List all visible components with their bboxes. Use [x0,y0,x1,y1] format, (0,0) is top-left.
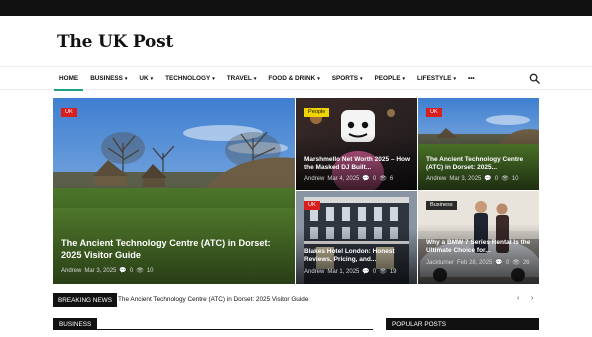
nav-item-business[interactable]: BUSINESS ▾ [84,67,133,90]
nav-item-food-drink[interactable]: FOOD & DRINK ▾ [262,67,325,90]
category-badge[interactable]: UK [426,108,442,117]
chevron-down-icon: ▾ [253,75,257,82]
nav-item-label: LIFESTYLE [416,75,452,82]
nav-item-label: TECHNOLOGY [165,75,211,82]
chevron-down-icon: ▾ [453,75,456,82]
search-icon[interactable] [529,73,540,84]
author-name[interactable]: Andrew [426,176,446,182]
featured-card[interactable]: UK The Ancient Technology Centre (ATC) i… [418,98,539,190]
nav-item-label: ••• [467,75,475,82]
nav-item-label: FOOD & DRINK [268,75,316,82]
chevron-down-icon: ▾ [124,75,128,82]
post-date: Mar 1, 2025 [327,268,360,275]
author-name[interactable]: Andrew [61,268,81,274]
nav-item-label: BUSINESS [90,75,123,82]
author-name[interactable]: Andrew [304,176,324,182]
nav-item-label: SPORTS [331,75,359,82]
eye-icon: 👁 [379,269,387,275]
comment-count: 0 [129,267,134,274]
section-divider [53,329,373,330]
nav-item-travel[interactable]: TRAVEL ▾ [221,67,263,90]
post-title[interactable]: Blakes Hotel London: Honest Reviews, Pri… [304,248,414,264]
post-date: Mar 4, 2025 [327,175,360,182]
nav-item-technology[interactable]: TECHNOLOGY ▾ [159,67,221,90]
comment-count: 0 [494,175,499,182]
eye-icon: 👁 [512,260,520,266]
featured-main-title[interactable]: The Ancient Technology Centre (ATC) in D… [61,238,293,261]
nav-item-label: PEOPLE [374,75,401,82]
chevron-down-icon: ▾ [317,75,320,82]
author-name[interactable]: Jackturner [426,260,454,266]
nav-item-people[interactable]: PEOPLE ▾ [369,67,411,90]
eye-icon: 👁 [501,176,509,182]
nav-item-uk[interactable]: UK ▾ [133,67,159,90]
post-meta: Andrew Mar 1, 2025 💬 0 👁 19 [304,268,397,276]
post-date: Feb 28, 2025 [457,259,493,266]
main-nav: HOME BUSINESS ▾ UK ▾ TECHNOLOGY ▾ TRAVEL ▾ FOOD &… [0,66,592,91]
comment-count: 0 [372,268,377,275]
nav-item-label: TRAVEL [226,75,252,82]
view-count: 19 [389,268,397,275]
comment-icon: 💬 [362,176,370,182]
chevron-down-icon: ▾ [150,75,154,82]
category-badge[interactable]: Business [426,201,457,210]
nav-item-label: HOME [59,75,79,82]
category-badge[interactable]: People [304,108,330,117]
nav-item-home[interactable]: HOME [53,67,84,91]
post-meta: Andrew Mar 4, 2025 💬 0 👁 6 [304,175,394,183]
featured-card[interactable]: UK Blakes Hotel London: Honest Reviews, … [296,191,417,284]
chevron-down-icon: ▾ [402,75,405,82]
category-badge[interactable]: UK [304,201,320,210]
eye-icon: 👁 [136,268,144,274]
comment-count: 0 [372,175,377,182]
chevron-left-icon[interactable]: ‹ [517,295,519,302]
chevron-right-icon[interactable]: › [531,295,533,302]
breaking-news-headline[interactable]: The Ancient Technology Centre (ATC) in D… [118,296,308,303]
breaking-news-label: BREAKING NEWS [53,293,117,307]
author-name[interactable]: Andrew [304,269,324,275]
section-heading-popular-posts: POPULAR POSTS [386,318,539,330]
nav-item-sports[interactable]: SPORTS ▾ [326,67,369,90]
site-logo[interactable]: The UK Post [57,32,173,52]
comment-icon: 💬 [362,269,370,275]
featured-main-meta: Andrew Mar 3, 2025 💬 0 👁 10 [61,267,154,275]
comment-icon: 💬 [495,260,503,266]
breaking-news-bar: BREAKING NEWS The Ancient Technology Cen… [53,293,539,307]
comment-icon: 💬 [119,268,127,274]
view-count: 10 [511,175,519,182]
post-date: Mar 3, 2025 [84,267,117,274]
nav-more-menu[interactable]: ••• [462,67,481,90]
featured-main-card[interactable]: UK The Ancient Technology Centre (ATC) i… [53,98,295,284]
chevron-down-icon: ▾ [212,75,215,82]
comment-count: 0 [505,259,510,266]
comment-icon: 💬 [484,176,492,182]
post-meta: Jackturner Feb 28, 2025 💬 0 👁 26 [426,259,530,267]
view-count: 6 [389,175,394,182]
post-title[interactable]: The Ancient Technology Centre (ATC) in D… [426,156,536,172]
view-count: 26 [522,259,530,266]
nav-item-lifestyle[interactable]: LIFESTYLE ▾ [411,67,462,90]
eye-icon: 👁 [379,176,387,182]
category-badge[interactable]: UK [61,108,77,117]
post-title[interactable]: Why a BMW 7 Series Rental Is the Ultimat… [426,239,536,255]
featured-card[interactable]: Business Why a BMW 7 Series Rental Is th… [418,191,539,284]
nav-item-label: UK [139,75,149,82]
featured-card[interactable]: People Marshmello Net Worth 2025 – How t… [296,98,417,190]
post-title[interactable]: Marshmello Net Worth 2025 – How the Mask… [304,156,414,172]
post-date: Mar 3, 2025 [449,175,482,182]
post-meta: Andrew Mar 3, 2025 💬 0 👁 10 [426,175,519,183]
top-bar [0,0,592,16]
chevron-down-icon: ▾ [360,75,363,82]
view-count: 10 [146,267,154,274]
